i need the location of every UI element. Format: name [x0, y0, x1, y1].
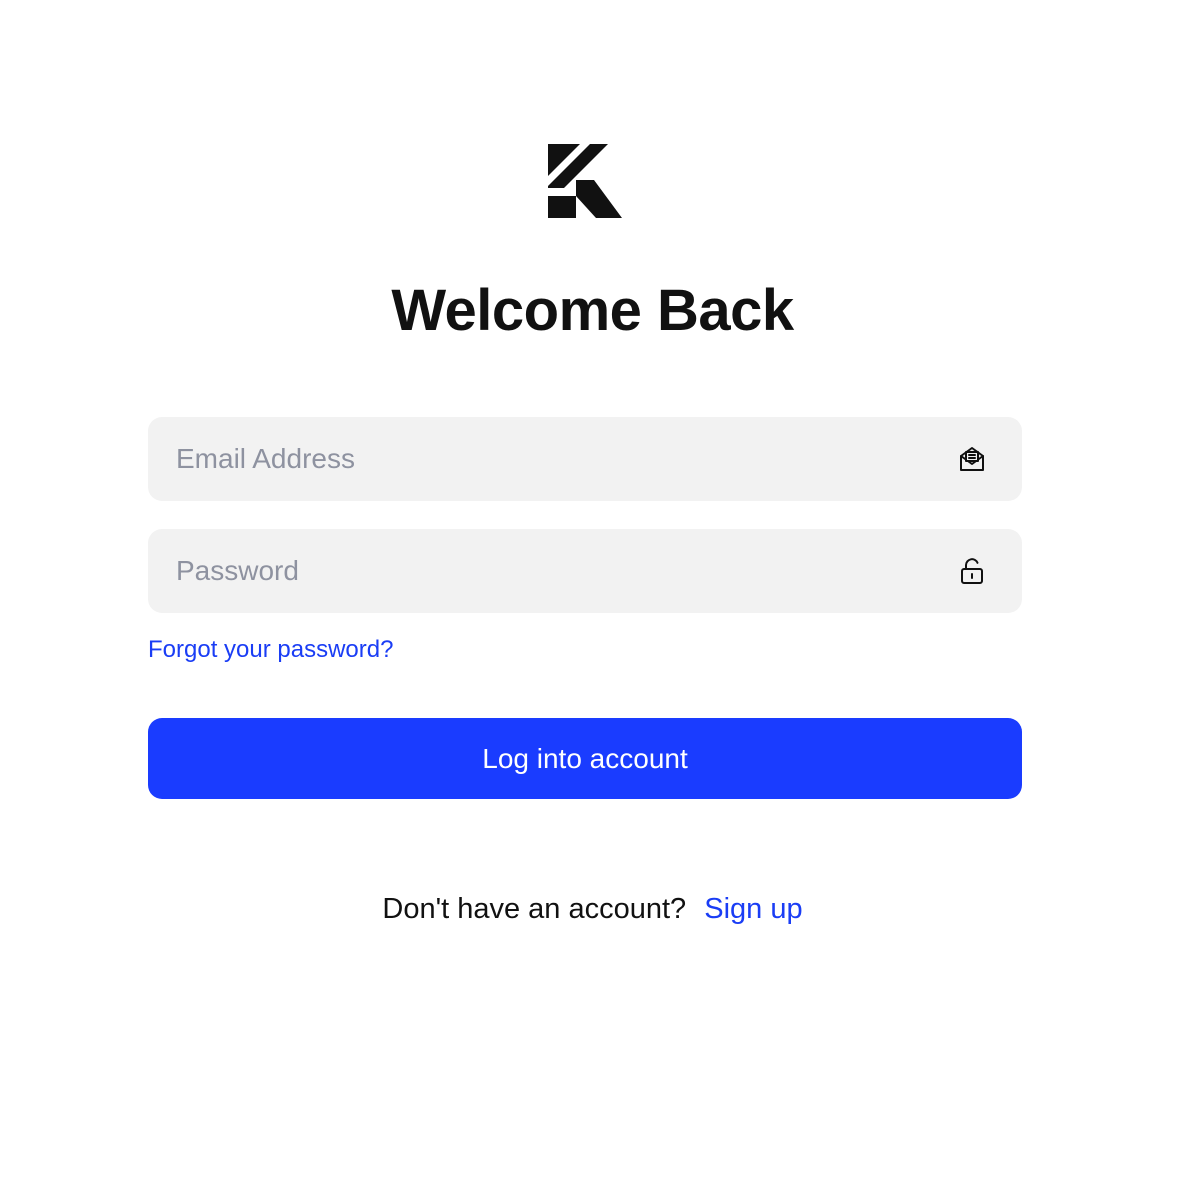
- forgot-password-link[interactable]: Forgot your password?: [148, 634, 393, 666]
- email-field[interactable]: [148, 417, 1022, 501]
- unlock-icon: [958, 557, 986, 585]
- app-logo: [546, 142, 622, 220]
- password-field-container: [148, 529, 1022, 613]
- k-logo-icon: [548, 144, 622, 218]
- mail-icon: [958, 445, 986, 473]
- login-button[interactable]: Log into account: [148, 718, 1022, 799]
- page-title: Welcome Back: [391, 278, 794, 343]
- password-field[interactable]: [148, 529, 1022, 613]
- signup-link[interactable]: Sign up: [704, 893, 802, 925]
- signup-row: Don't have an account? Sign up: [0, 890, 1185, 928]
- email-field-container: [148, 417, 1022, 501]
- signup-prompt: Don't have an account?: [382, 893, 687, 925]
